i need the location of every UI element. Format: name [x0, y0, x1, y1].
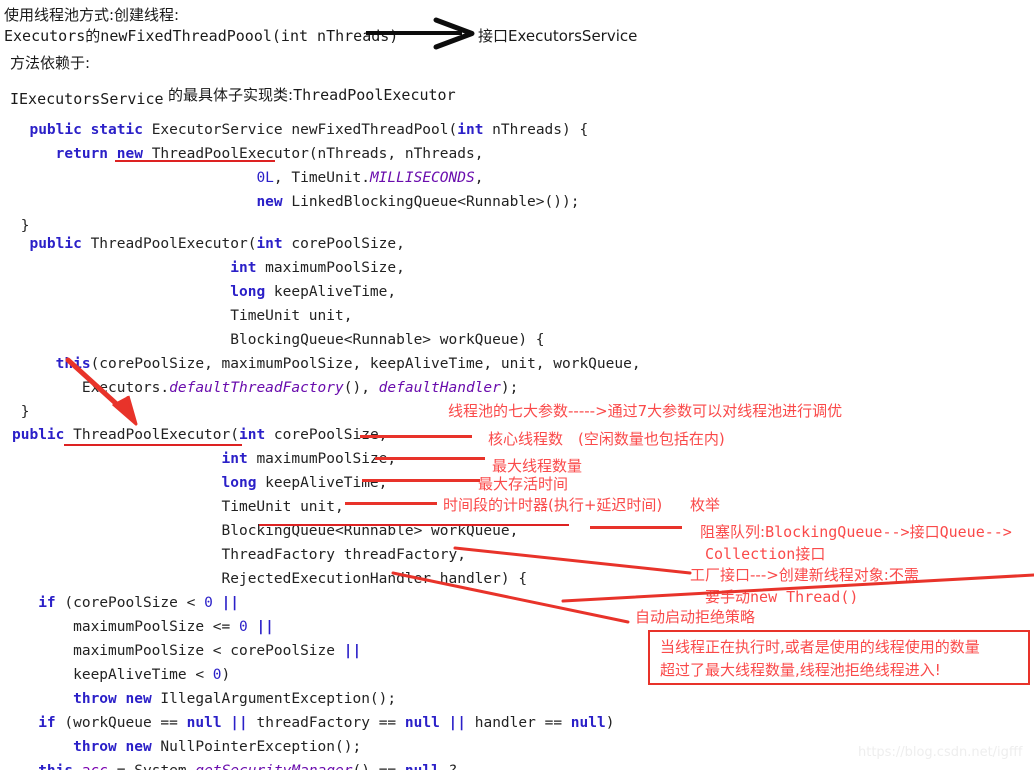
- header-line-executors-method: Executors的newFixedThreadPoool(int nThrea…: [4, 25, 398, 46]
- csdn-watermark: https://blog.csdn.net/igfff: [858, 745, 1023, 760]
- underline-threadpoolexecutor-top: [115, 160, 275, 162]
- code-block-constructor-5arg: public ThreadPoolExecutor(int corePoolSi…: [12, 236, 641, 420]
- annotation-reject-policy-text: 自动启动拒绝策略: [635, 608, 756, 626]
- annotation-thread-factory-line1: 工厂接口--->创建新线程对象:不需: [690, 564, 919, 585]
- annotation-collection-lat: Collection: [705, 545, 796, 563]
- header-impl-note: 的最具体子实现类:ThreadPoolExecutor: [168, 84, 456, 105]
- annotation-core-threads-text: 核心线程数 (空闲数量也包括在内): [488, 430, 725, 448]
- annotation-work-queue-han: 阻塞队列:: [700, 523, 766, 541]
- leader-line-corepoolsize: [360, 435, 472, 438]
- annotation-collection-han: 接口: [795, 545, 826, 563]
- header-interface-name: IExecutorsService: [10, 90, 164, 108]
- annotation-reject-policy: 自动启动拒绝策略: [635, 606, 755, 627]
- header-impl-note-han: 的最具体子实现类:: [168, 86, 294, 104]
- annotation-work-queue: 阻塞队列:BlockingQueue-->接口Queue-->: [700, 521, 1012, 542]
- annotation-work-queue-han2: 接口: [909, 523, 940, 541]
- header-de-word: 的: [85, 27, 101, 45]
- header-impl-note-class: ThreadPoolExecutor: [293, 86, 456, 104]
- screenshot-canvas: 使用线程池方式:创建线程: Executors的newFixedThreadPo…: [0, 0, 1034, 770]
- annotation-enum-text: 枚举: [690, 496, 721, 514]
- callout-line-1: 当线程正在执行时,或者是使用的线程使用的数量: [660, 638, 980, 656]
- header-executors-word: Executors: [4, 27, 86, 45]
- leader-line-maximumpoolsize: [375, 457, 485, 460]
- annotation-thread-factory-line2: 要手动new Thread(): [705, 586, 858, 607]
- header-arrow-target-label: 接口ExecutorsService: [478, 25, 637, 46]
- annotation-time-unit-text: 时间段的计时器(执行+延迟时间): [443, 496, 663, 514]
- callout-box-reject-explanation: 当线程正在执行时,或者是使用的线程使用的数量 超过了最大线程数量,线程池拒绝线程…: [648, 630, 1030, 685]
- annotation-thread-factory-line2-lat: new Thread(): [750, 588, 859, 606]
- header-line-method-depends: 方法依赖于:: [10, 54, 91, 72]
- annotation-thread-factory-line2-han: 要手动: [705, 588, 751, 606]
- annotation-keep-alive: 最大存活时间: [478, 473, 568, 494]
- callout-line-2: 超过了最大线程数量,线程池拒绝线程进入!: [660, 661, 941, 679]
- code-block-newfixedthreadpool: public static ExecutorService newFixedTh…: [12, 122, 589, 234]
- annotation-collection: Collection接口: [705, 543, 825, 564]
- annotation-work-queue-lat: BlockingQueue-->: [765, 523, 910, 541]
- header-arrow-target-text: 接口ExecutorsService: [478, 27, 638, 45]
- annotation-work-queue-lat2: Queue-->: [939, 523, 1012, 541]
- annotation-time-unit: 时间段的计时器(执行+延迟时间): [443, 494, 662, 515]
- annotation-thread-factory-line1-text: 工厂接口--->创建新线程对象:不需: [690, 566, 919, 584]
- leader-line-keepalivetime: [362, 479, 480, 482]
- underline-workqueue-param: [259, 524, 569, 526]
- header-method-signature: newFixedThreadPoool(int nThreads): [100, 27, 399, 45]
- annotation-keep-alive-text: 最大存活时间: [478, 475, 569, 493]
- annotation-enum: 枚举: [690, 494, 720, 515]
- underline-threadpoolexecutor-ctor: [64, 444, 242, 446]
- leader-line-timeunit: [345, 502, 437, 505]
- annotation-core-threads: 核心线程数 (空闲数量也包括在内): [488, 428, 725, 449]
- leader-line-workqueue: [590, 526, 682, 529]
- annotation-seven-params-text: 线程池的七大参数----->通过7大参数可以对线程池进行调优: [448, 402, 843, 420]
- header-line-create-thread: 使用线程池方式:创建线程:: [4, 6, 180, 24]
- annotation-seven-params: 线程池的七大参数----->通过7大参数可以对线程池进行调优: [448, 400, 842, 421]
